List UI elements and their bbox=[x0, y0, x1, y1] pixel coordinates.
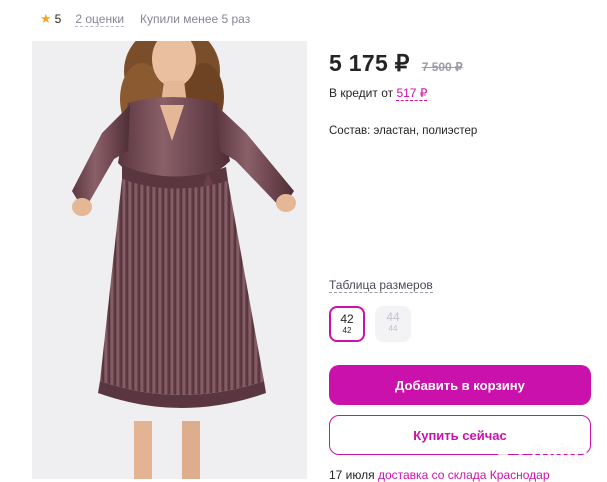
rating-score: 5 bbox=[54, 12, 62, 26]
dress-image bbox=[32, 41, 307, 479]
size-label: 44 bbox=[386, 310, 400, 324]
size-table-link[interactable]: Таблица размеров bbox=[329, 278, 433, 293]
size-option-44[interactable]: 44 44 bbox=[375, 306, 411, 342]
reviews-link[interactable]: 2 оценки bbox=[75, 12, 125, 27]
rating-row: ★ 5 2 оценки Купили менее 5 раз bbox=[40, 10, 250, 28]
old-price: 7 500 ₽ bbox=[421, 60, 463, 74]
watermark-text: Avito bbox=[529, 441, 589, 468]
composition-text: Состав: эластан, полиэстер bbox=[329, 125, 478, 137]
star-icon: ★ bbox=[40, 11, 52, 26]
credit-prefix: В кредит от bbox=[329, 86, 397, 100]
size-option-42[interactable]: 42 42 bbox=[329, 306, 365, 342]
size-label: 42 bbox=[340, 312, 354, 326]
delivery-date: 17 июля bbox=[329, 468, 375, 482]
credit-info: В кредит от 517 ₽ bbox=[329, 86, 428, 101]
delivery-place: доставка со склада Краснодар bbox=[377, 468, 550, 482]
avito-watermark: Avito bbox=[497, 441, 588, 469]
product-photo[interactable] bbox=[32, 41, 307, 479]
delivery-info: 17 июля доставка со склада Краснодар bbox=[329, 468, 550, 482]
add-to-cart-button[interactable]: Добавить в корзину bbox=[329, 365, 591, 405]
avito-logo-icon bbox=[497, 442, 527, 468]
credit-amount-link[interactable]: 517 ₽ bbox=[396, 86, 428, 101]
price-row: 5 175 ₽ 7 500 ₽ bbox=[329, 50, 463, 77]
size-ru-label: 44 bbox=[388, 324, 398, 333]
current-price: 5 175 ₽ bbox=[329, 50, 410, 76]
bought-count: Купили менее 5 раз bbox=[140, 12, 251, 26]
size-ru-label: 42 bbox=[342, 326, 352, 335]
